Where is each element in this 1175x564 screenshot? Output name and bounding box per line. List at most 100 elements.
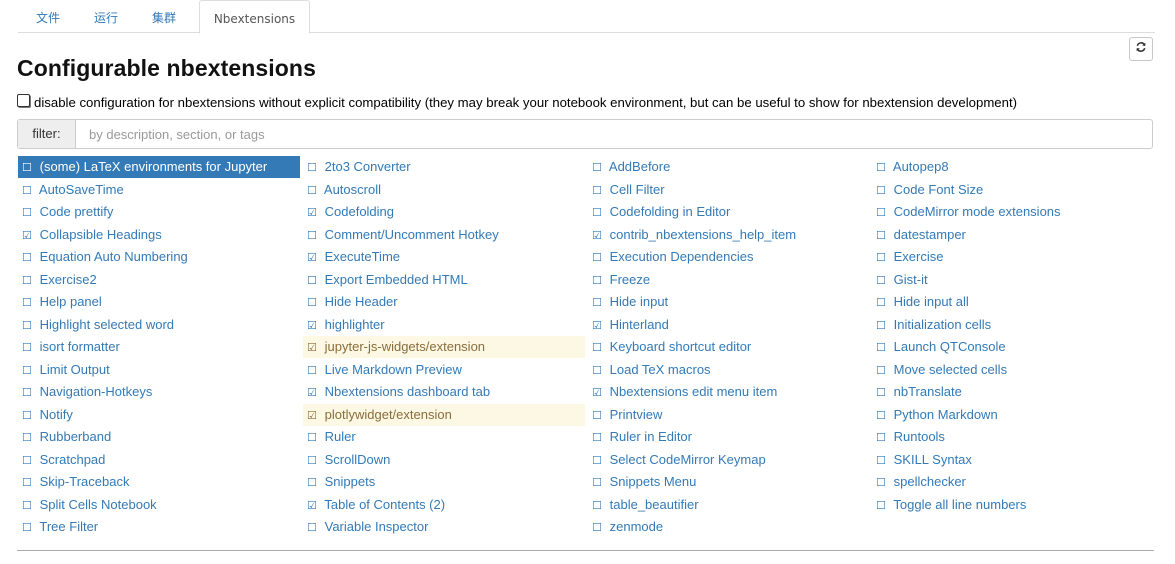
nbextension-item[interactable]: ☐ datestamper <box>872 224 1154 246</box>
filter-input[interactable] <box>76 120 1152 148</box>
nbextension-item[interactable]: ☐ Comment/Uncomment Hotkey <box>303 224 585 246</box>
unchecked-box-icon[interactable]: ☐ <box>592 337 606 358</box>
refresh-button[interactable] <box>1129 37 1153 61</box>
checked-box-icon[interactable]: ☑ <box>307 405 321 426</box>
nbextension-item[interactable]: ☑ Nbextensions edit menu item <box>588 381 870 403</box>
unchecked-box-icon[interactable]: ☐ <box>592 495 606 516</box>
checked-box-icon[interactable]: ☑ <box>307 202 321 223</box>
nbextension-item[interactable]: ☑ Collapsible Headings <box>18 224 300 246</box>
nbextension-item[interactable]: ☑ jupyter-js-widgets/extension <box>303 336 585 358</box>
nbextension-item[interactable]: ☐ Help panel <box>18 291 300 313</box>
nbextension-item[interactable]: ☐ Live Markdown Preview <box>303 359 585 381</box>
unchecked-box-icon[interactable]: ☐ <box>592 202 606 223</box>
unchecked-box-icon[interactable]: ☐ <box>22 337 36 358</box>
tab-running[interactable]: 运行 <box>88 0 124 33</box>
nbextension-item[interactable]: ☑ contrib_nbextensions_help_item <box>588 224 870 246</box>
unchecked-box-icon[interactable]: ☐ <box>592 180 606 201</box>
unchecked-box-icon[interactable]: ☐ <box>22 247 36 268</box>
unchecked-box-icon[interactable]: ☐ <box>876 247 890 268</box>
nbextension-item[interactable]: ☐ Codefolding in Editor <box>588 201 870 223</box>
tab-clusters[interactable]: 集群 <box>146 0 182 33</box>
nbextension-item[interactable]: ☐ Keyboard shortcut editor <box>588 336 870 358</box>
unchecked-box-icon[interactable]: ☐ <box>876 202 890 223</box>
nbextension-item[interactable]: ☐ nbTranslate <box>872 381 1154 403</box>
unchecked-box-icon[interactable]: ☐ <box>592 157 606 178</box>
nbextension-item[interactable]: ☐ Gist-it <box>872 269 1154 291</box>
nbextension-item[interactable]: ☐ Runtools <box>872 426 1154 448</box>
compat-checkbox[interactable] <box>17 94 30 107</box>
nbextension-item[interactable]: ☐ Toggle all line numbers <box>872 494 1154 516</box>
unchecked-box-icon[interactable]: ☐ <box>307 472 321 493</box>
nbextension-item[interactable]: ☐ Scratchpad <box>18 449 300 471</box>
unchecked-box-icon[interactable]: ☐ <box>592 247 606 268</box>
unchecked-box-icon[interactable]: ☐ <box>307 427 321 448</box>
unchecked-box-icon[interactable]: ☐ <box>22 427 36 448</box>
unchecked-box-icon[interactable]: ☐ <box>876 472 890 493</box>
unchecked-box-icon[interactable]: ☐ <box>22 517 36 538</box>
nbextension-item[interactable]: ☐ Cell Filter <box>588 179 870 201</box>
nbextension-item[interactable]: ☐ AddBefore <box>588 156 870 178</box>
nbextension-item[interactable]: ☐ Code prettify <box>18 201 300 223</box>
unchecked-box-icon[interactable]: ☐ <box>22 202 36 223</box>
unchecked-box-icon[interactable]: ☐ <box>592 292 606 313</box>
nbextension-item[interactable]: ☐ Ruler in Editor <box>588 426 870 448</box>
nbextension-item[interactable]: ☐ Launch QTConsole <box>872 336 1154 358</box>
nbextension-item[interactable]: ☑ Table of Contents (2) <box>303 494 585 516</box>
unchecked-box-icon[interactable]: ☐ <box>876 360 890 381</box>
unchecked-box-icon[interactable]: ☐ <box>876 495 890 516</box>
nbextension-item[interactable]: ☐ Export Embedded HTML <box>303 269 585 291</box>
nbextension-item[interactable]: ☐ Freeze <box>588 269 870 291</box>
nbextension-item[interactable]: ☐ SKILL Syntax <box>872 449 1154 471</box>
unchecked-box-icon[interactable]: ☐ <box>22 360 36 381</box>
unchecked-box-icon[interactable]: ☐ <box>307 225 321 246</box>
nbextension-item[interactable]: ☐ Execution Dependencies <box>588 246 870 268</box>
nbextension-item[interactable]: ☐ Exercise <box>872 246 1154 268</box>
unchecked-box-icon[interactable]: ☐ <box>307 157 321 178</box>
checked-box-icon[interactable]: ☑ <box>592 382 606 403</box>
unchecked-box-icon[interactable]: ☐ <box>592 405 606 426</box>
nbextension-item[interactable]: ☐ Autoscroll <box>303 179 585 201</box>
nbextension-item[interactable]: ☐ Hide input <box>588 291 870 313</box>
checked-box-icon[interactable]: ☑ <box>592 225 606 246</box>
nbextension-item[interactable]: ☑ Codefolding <box>303 201 585 223</box>
unchecked-box-icon[interactable]: ☐ <box>876 180 890 201</box>
nbextension-item[interactable]: ☐ Tree Filter <box>18 516 300 538</box>
nbextension-item[interactable]: ☐ Rubberband <box>18 426 300 448</box>
unchecked-box-icon[interactable]: ☐ <box>307 292 321 313</box>
unchecked-box-icon[interactable]: ☐ <box>22 157 36 178</box>
nbextension-item[interactable]: ☐ isort formatter <box>18 336 300 358</box>
nbextension-item[interactable]: ☐ Notify <box>18 404 300 426</box>
nbextension-item[interactable]: ☐ Split Cells Notebook <box>18 494 300 516</box>
nbextension-item[interactable]: ☐ Select CodeMirror Keymap <box>588 449 870 471</box>
unchecked-box-icon[interactable]: ☐ <box>307 270 321 291</box>
unchecked-box-icon[interactable]: ☐ <box>592 472 606 493</box>
nbextension-item[interactable]: ☐ Initialization cells <box>872 314 1154 336</box>
unchecked-box-icon[interactable]: ☐ <box>876 450 890 471</box>
nbextension-item[interactable]: ☐ Snippets <box>303 471 585 493</box>
unchecked-box-icon[interactable]: ☐ <box>22 472 36 493</box>
unchecked-box-icon[interactable]: ☐ <box>592 270 606 291</box>
nbextension-item[interactable]: ☐ spellchecker <box>872 471 1154 493</box>
nbextension-item[interactable]: ☐ Load TeX macros <box>588 359 870 381</box>
nbextension-item[interactable]: ☐ Snippets Menu <box>588 471 870 493</box>
nbextension-item[interactable]: ☐ Code Font Size <box>872 179 1154 201</box>
unchecked-box-icon[interactable]: ☐ <box>876 157 890 178</box>
unchecked-box-icon[interactable]: ☐ <box>22 405 36 426</box>
checked-box-icon[interactable]: ☑ <box>307 315 321 336</box>
checked-box-icon[interactable]: ☑ <box>307 382 321 403</box>
nbextension-item[interactable]: ☐ Hide Header <box>303 291 585 313</box>
unchecked-box-icon[interactable]: ☐ <box>307 360 321 381</box>
nbextension-item[interactable]: ☐ zenmode <box>588 516 870 538</box>
nbextension-item[interactable]: ☐ CodeMirror mode extensions <box>872 201 1154 223</box>
nbextension-item[interactable]: ☐ Autopep8 <box>872 156 1154 178</box>
unchecked-box-icon[interactable]: ☐ <box>592 427 606 448</box>
nbextension-item[interactable]: ☐ 2to3 Converter <box>303 156 585 178</box>
nbextension-item[interactable]: ☐ Move selected cells <box>872 359 1154 381</box>
nbextension-item[interactable]: ☐ ScrollDown <box>303 449 585 471</box>
unchecked-box-icon[interactable]: ☐ <box>876 225 890 246</box>
unchecked-box-icon[interactable]: ☐ <box>22 315 36 336</box>
nbextension-item[interactable]: ☐ Python Markdown <box>872 404 1154 426</box>
nbextension-item[interactable]: ☐ Limit Output <box>18 359 300 381</box>
checked-box-icon[interactable]: ☑ <box>22 225 36 246</box>
nbextension-item[interactable]: ☐ Highlight selected word <box>18 314 300 336</box>
